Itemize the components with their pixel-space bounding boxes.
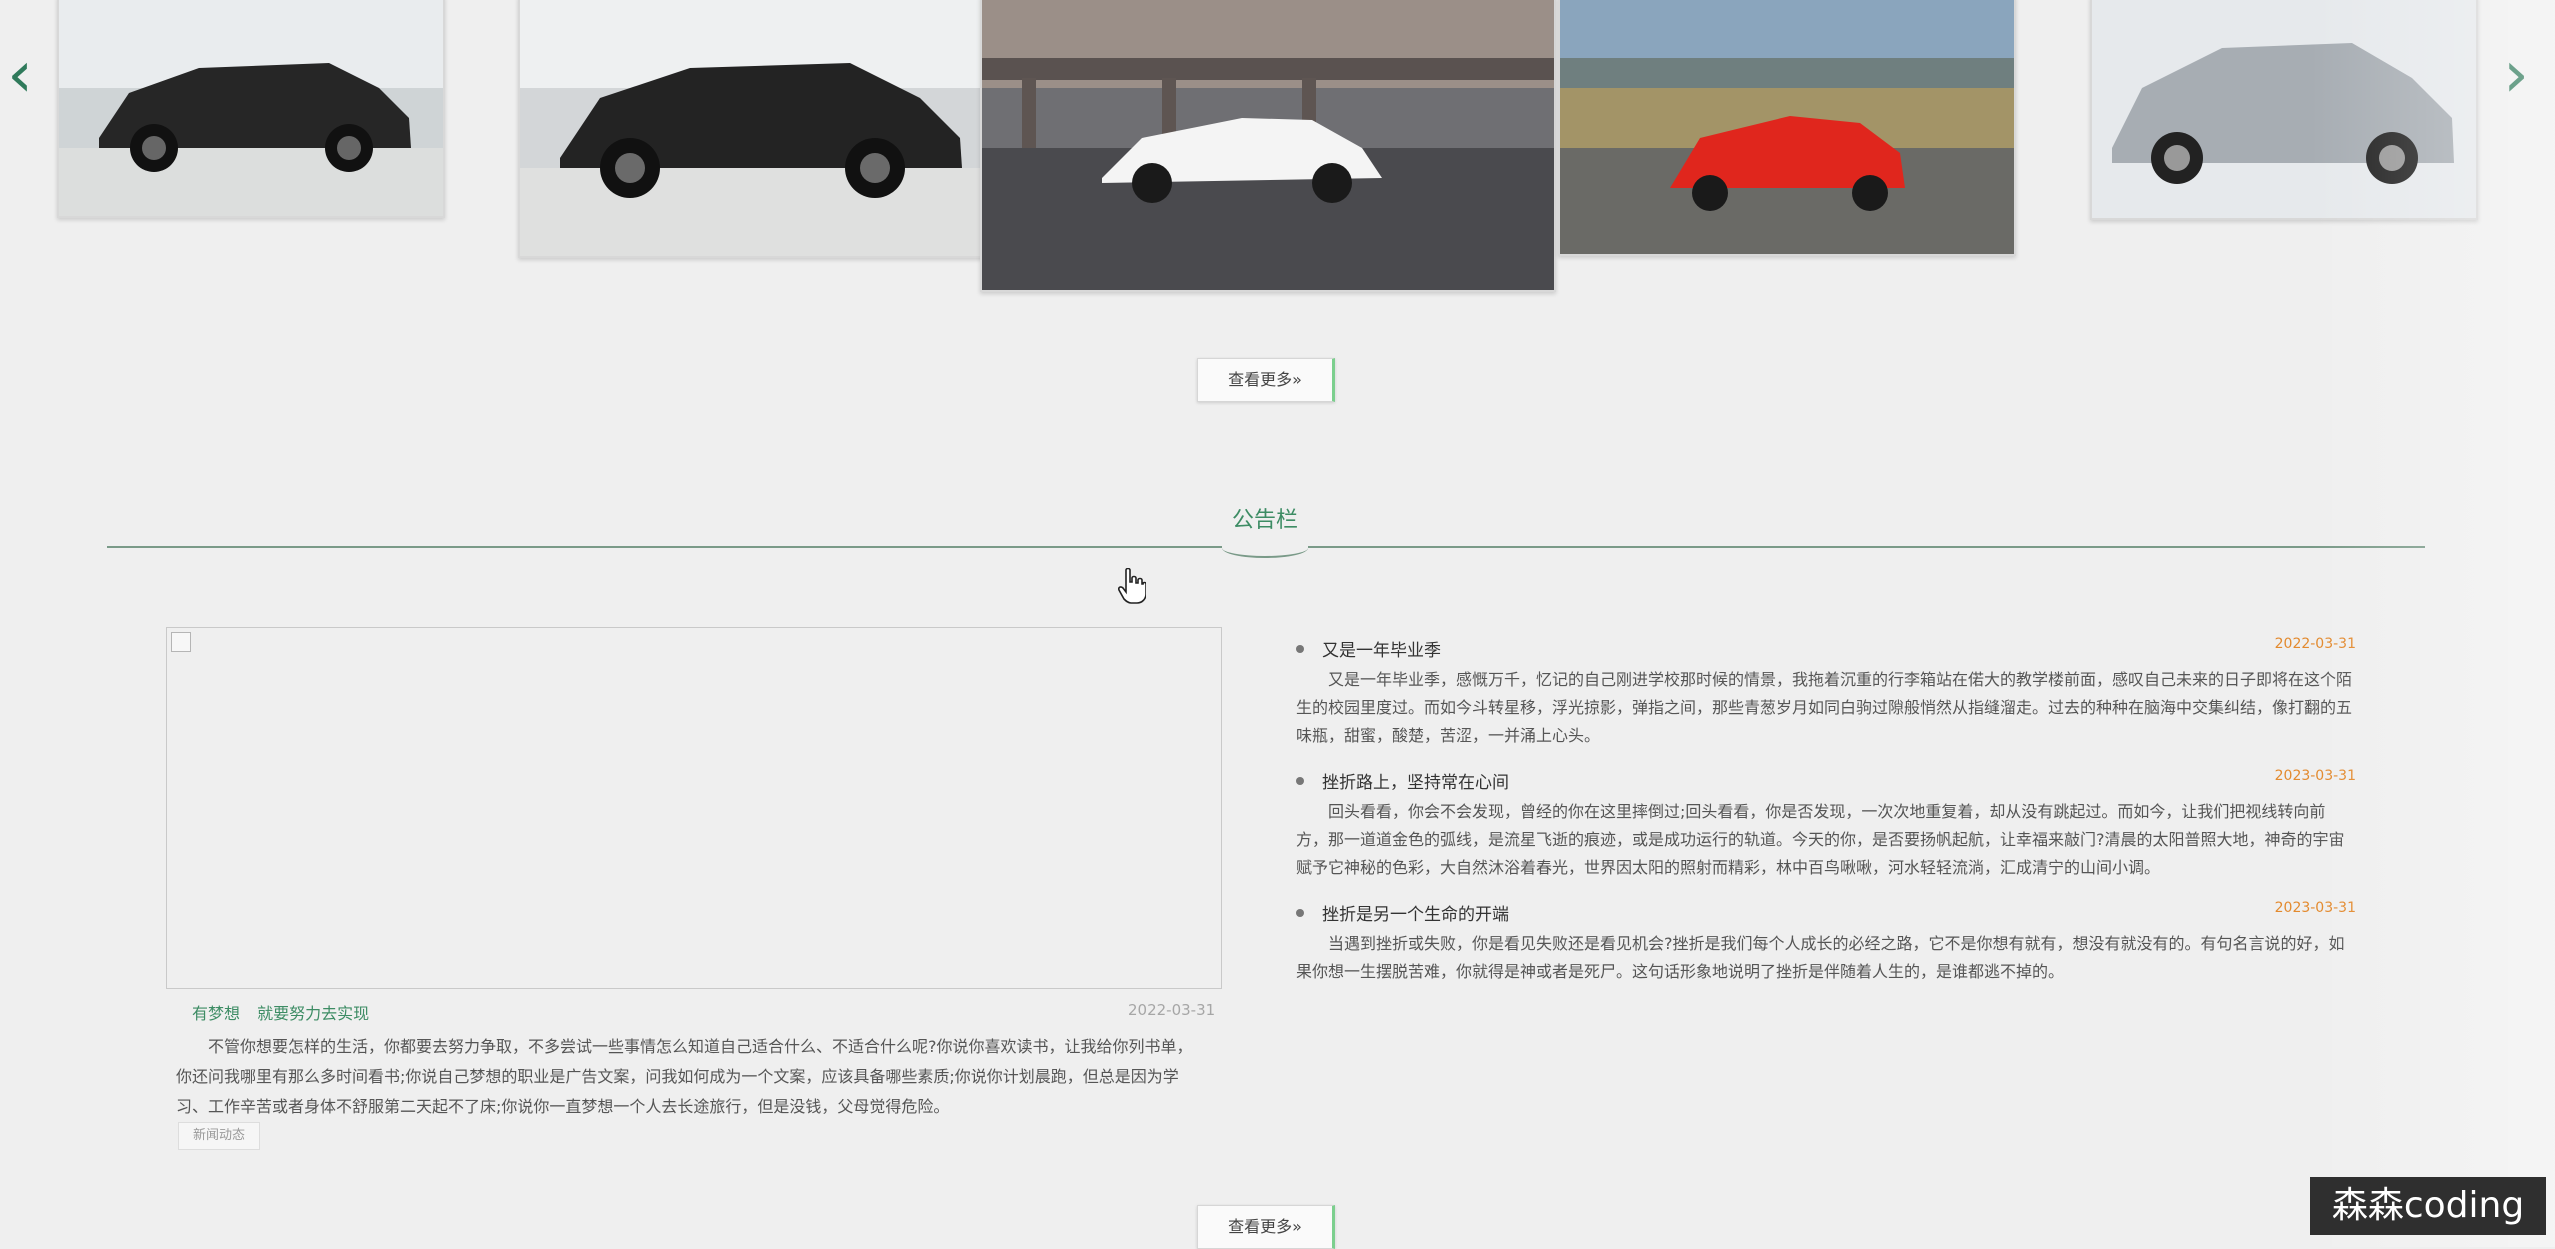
news-title[interactable]: 又是一年毕业季 (1322, 636, 1441, 661)
bullet-icon (1296, 645, 1304, 653)
bullet-icon (1296, 909, 1304, 917)
news-item-2[interactable]: 挫折路上，坚持常在心间 2023-03-31 回头看看，你会不会发现，曾经的你在… (1296, 768, 2356, 888)
feature-image[interactable] (166, 627, 1222, 989)
broken-image-icon (171, 632, 191, 652)
news-date: 2023-03-31 (2274, 768, 2356, 784)
feature-tag-1[interactable]: 有梦想 (192, 1004, 240, 1023)
news-body: 当遇到挫折或失败，你是看见失败还是看见机会?挫折是我们每个人成长的必经之路，它不… (1296, 934, 2345, 981)
feature-date: 2022-03-31 (1128, 1001, 1216, 1019)
carousel-slide-2[interactable] (518, 0, 984, 258)
carousel-slide-3[interactable] (980, 0, 1556, 292)
feature-tags: 有梦想 就要努力去实现 (192, 1000, 369, 1024)
carousel-slide-4[interactable] (1558, 0, 2016, 256)
carousel-prev-arrow-icon[interactable]: ‹ (0, 40, 40, 110)
feature-tag-2[interactable]: 就要努力去实现 (257, 1004, 369, 1023)
image-carousel: ‹ › (0, 0, 2555, 300)
news-category-badge[interactable]: 新闻动态 (178, 1122, 260, 1150)
news-body: 回头看看，你会不会发现，曾经的你在这里摔倒过;回头看看，你是否发现，一次次地重复… (1296, 802, 2345, 877)
carousel-slide-1[interactable] (57, 0, 445, 218)
news-item-1[interactable]: 又是一年毕业季 2022-03-31 又是一年毕业季，感慨万千，忆记的自己刚进学… (1296, 636, 2356, 756)
section-title: 公告栏 (1231, 508, 1298, 533)
news-title[interactable]: 挫折路上，坚持常在心间 (1322, 768, 1509, 793)
view-more-button-top[interactable]: 查看更多» (1197, 358, 1335, 402)
news-title[interactable]: 挫折是另一个生命的开端 (1322, 900, 1509, 925)
bullet-icon (1296, 777, 1304, 785)
feature-text: 不管你想要怎样的生活，你都要去努力争取，不多尝试一些事情怎么知道自己适合什么、不… (176, 1037, 1193, 1116)
news-date: 2023-03-31 (2274, 900, 2356, 916)
hand-cursor-icon (1118, 568, 1146, 604)
carousel-slide-5[interactable] (2090, 0, 2478, 220)
view-more-button-bottom[interactable]: 查看更多» (1197, 1205, 1335, 1249)
news-body: 又是一年毕业季，感慨万千，忆记的自己刚进学校那时候的情景，我拖着沉重的行李箱站在… (1296, 670, 2353, 745)
watermark-label: 森森coding (2310, 1177, 2546, 1235)
carousel-next-arrow-icon[interactable]: › (2496, 40, 2536, 110)
news-item-3[interactable]: 挫折是另一个生命的开端 2023-03-31 当遇到挫折或失败，你是看见失败还是… (1296, 900, 2356, 1000)
section-divider-notch (1222, 538, 1308, 558)
news-date: 2022-03-31 (2274, 636, 2356, 652)
